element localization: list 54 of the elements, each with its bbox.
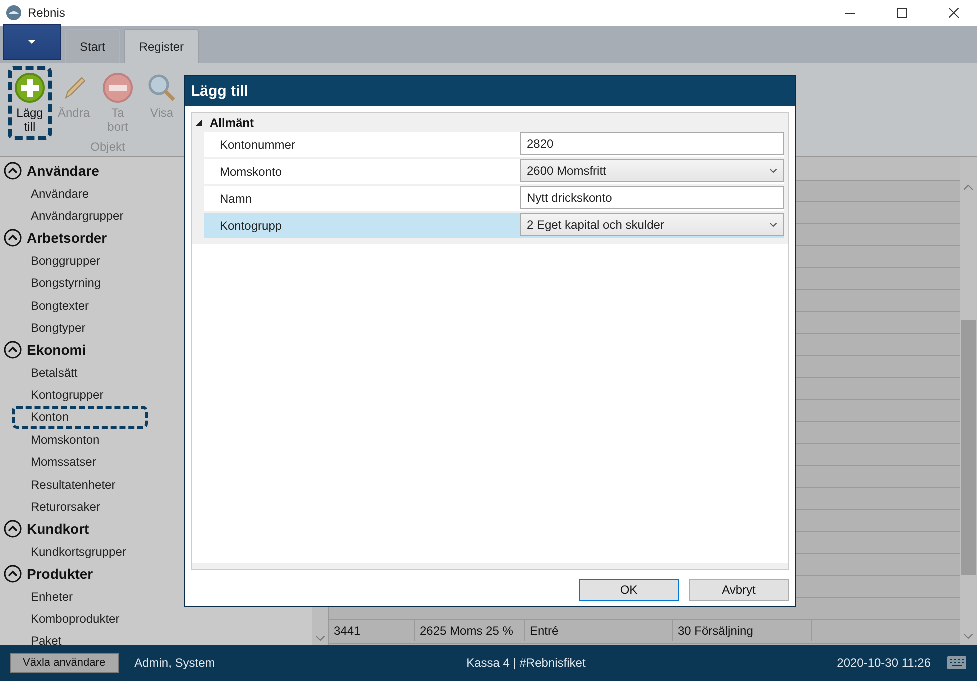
collapse-icon[interactable] [4, 341, 22, 360]
property-row[interactable]: Kontonummer 2820 [204, 132, 784, 157]
input-field[interactable]: Nytt drickskonto [520, 186, 784, 209]
collapse-icon[interactable] [196, 120, 202, 126]
table-cell: 3441 [329, 620, 415, 641]
ribbon-tab[interactable]: Register [124, 29, 200, 63]
property-label: Kontogrupp [219, 218, 284, 234]
group-heading[interactable]: Användare [27, 163, 100, 180]
property-row[interactable]: Namn Nytt drickskonto [204, 186, 784, 211]
collapse-icon[interactable] [4, 162, 22, 180]
category-heading: Allmänt [210, 116, 254, 130]
dialog-button[interactable]: Avbryt [689, 579, 789, 601]
group-heading[interactable]: Ekonomi [27, 342, 86, 358]
window-title: Rebnis [28, 6, 66, 20]
collapse-icon[interactable] [4, 229, 22, 248]
caret-icon [28, 40, 36, 44]
collapse-icon[interactable] [4, 565, 22, 584]
keyboard-icon[interactable] [947, 656, 967, 670]
property-dropdown[interactable]: 2 Eget kapital och skulder [520, 213, 784, 236]
dialog-button[interactable]: OK [579, 579, 679, 601]
minus-icon [102, 72, 134, 104]
switch-user-button[interactable]: Växla användare [10, 653, 119, 673]
group-heading[interactable]: Kundkort [27, 521, 90, 538]
app-logo-icon [6, 5, 22, 21]
property-label: Kontonummer [219, 136, 296, 154]
property-label: Momskonto [219, 164, 284, 180]
caret-icon [770, 168, 777, 172]
collapse-icon[interactable] [4, 520, 22, 538]
register-label: Kassa 4 | #Rebnisfiket [466, 656, 586, 670]
user-name: Admin, System [134, 656, 216, 670]
dialog-title: Lägg till [185, 76, 795, 106]
input-field[interactable]: 2820 [520, 132, 784, 155]
group-heading[interactable]: Arbetsorder [27, 230, 108, 246]
minimize-icon[interactable] [845, 12, 855, 14]
table-cell: 2625 Moms 25 % [415, 620, 525, 641]
property-dropdown[interactable]: 2600 Momsfritt [520, 159, 784, 182]
ribbon-tab[interactable]: Start [65, 29, 120, 63]
plus-icon [14, 72, 46, 104]
magnifier-icon [146, 72, 178, 104]
close-icon[interactable] [949, 8, 959, 18]
table-cell: 30 Försäljning [673, 620, 812, 641]
ribbon-button[interactable]: Lägg till [8, 66, 52, 140]
property-label: Namn [219, 190, 254, 208]
table-cell: Entré [525, 620, 673, 641]
caret-icon [770, 222, 777, 226]
property-row[interactable]: Momskonto 2600 Momsfritt [204, 159, 784, 184]
maximize-icon[interactable] [897, 8, 907, 18]
date-time: 2020-10-30 11:26 [837, 656, 931, 670]
sidebar-item[interactable]: Komboprodukter [4, 608, 312, 630]
group-heading[interactable]: Produkter [27, 566, 94, 582]
scrollbar-thumb[interactable] [961, 320, 976, 575]
group-label: Objekt [90, 140, 126, 156]
sidebar-item[interactable]: Konton [12, 406, 148, 429]
property-row[interactable]: Kontogrupp 2 Eget kapital och skulder [204, 213, 784, 238]
